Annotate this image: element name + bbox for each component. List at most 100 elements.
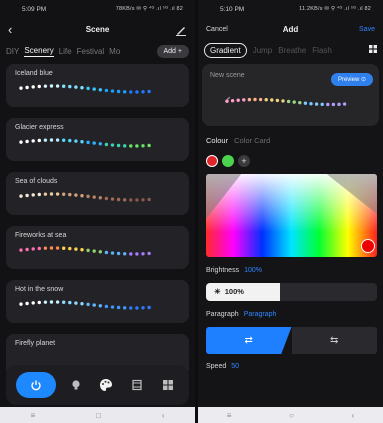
tab-colour[interactable]: Colour <box>206 136 228 145</box>
light-dot <box>86 302 90 307</box>
scene-card[interactable]: Fireworks at sea <box>6 226 189 269</box>
light-dot <box>247 97 252 102</box>
light-dot <box>281 99 285 103</box>
grid-icon[interactable] <box>369 45 377 55</box>
tab-diy[interactable]: DIY <box>6 47 19 56</box>
tab-life[interactable]: Life <box>59 47 72 56</box>
status-time: 5:10 PM <box>220 5 245 13</box>
light-dot <box>286 99 291 104</box>
tab-festival[interactable]: Festival <box>77 47 105 56</box>
scene-card[interactable]: Iceland blue <box>6 64 189 107</box>
save-button[interactable]: Save <box>359 26 375 33</box>
back-key-icon[interactable]: ‹ <box>162 411 165 420</box>
light-dot <box>147 89 151 94</box>
add-scene-screen: 5:10 PM 11.2KB/s ✉ ⚲ ⁴ᴳ .ıl ⁵ᴳ .ıl 82 Ca… <box>198 0 383 423</box>
scene-screen: 5:09 PM 78KB/s ✉ ⚲ ⁴ᴳ .ıl ⁵ᴳ .ıl 82 ‹ Sc… <box>0 0 195 423</box>
light-dot <box>49 138 54 142</box>
cancel-button[interactable]: Cancel <box>206 26 228 33</box>
light-dot <box>19 194 23 198</box>
light-dot <box>31 301 35 305</box>
light-dot <box>110 197 115 201</box>
scene-card[interactable]: Sea of clouds <box>6 172 189 215</box>
add-color-icon[interactable]: + <box>238 155 250 167</box>
color-swatches: + <box>198 145 383 169</box>
brightness-value: 100% <box>244 267 262 274</box>
light-dot <box>104 142 109 147</box>
direction-forward-button[interactable]: ⇄ <box>206 327 292 354</box>
nav-film[interactable] <box>126 374 148 396</box>
light-dot <box>31 85 35 89</box>
status-indicators: 11.2KB/s ✉ ⚲ ⁴ᴳ .ıl ⁵ᴳ .ıl 82 <box>299 6 371 12</box>
light-dot <box>116 251 121 256</box>
scene-card-name: Hot in the snow <box>15 286 64 293</box>
light-dot <box>31 139 35 143</box>
light-dot <box>129 90 133 94</box>
swatch-red[interactable] <box>206 155 218 167</box>
power-button[interactable] <box>16 372 57 398</box>
light-dot <box>135 252 139 256</box>
nav-grid[interactable] <box>157 374 179 396</box>
light-dot <box>49 192 54 196</box>
light-dot <box>62 138 66 142</box>
bottom-nav <box>6 365 189 405</box>
back-icon[interactable]: ‹ <box>8 22 22 37</box>
nav-palette[interactable] <box>95 374 117 396</box>
light-dot <box>129 144 133 148</box>
speed-row: Speed 50 <box>198 363 383 370</box>
light-dot <box>37 300 41 305</box>
scene-card[interactable]: Glacier express <box>6 118 189 161</box>
scene-light-strip <box>19 84 151 94</box>
swatch-green[interactable] <box>222 155 234 167</box>
light-dot <box>110 143 115 147</box>
light-dot <box>55 300 60 304</box>
status-time: 5:09 PM <box>22 5 47 13</box>
direction-toggle: ⇄ ⇆ <box>206 327 377 354</box>
film-icon <box>132 379 142 391</box>
system-nav-bar: ≡ □ ‹ <box>0 407 195 423</box>
color-picker[interactable] <box>206 174 377 257</box>
light-dot <box>74 193 78 197</box>
light-dot <box>116 143 121 148</box>
tab-scenery[interactable]: Scenery <box>24 46 54 57</box>
picker-shape <box>206 174 377 219</box>
light-dot <box>135 306 139 310</box>
preview-button[interactable]: Preview ⊙ <box>330 73 373 86</box>
brightness-slider[interactable]: ☀ 100% <box>206 283 377 301</box>
nav-bulb[interactable] <box>65 374 87 396</box>
mode-gradient[interactable]: Gradient <box>204 42 247 58</box>
back-key-icon[interactable]: ‹ <box>352 411 355 420</box>
add-header: Cancel Add Save <box>198 18 383 40</box>
light-dot <box>31 193 35 197</box>
home-key-icon[interactable]: □ <box>96 411 101 420</box>
paragraph-value[interactable]: Paragraph <box>244 311 277 318</box>
mode-jump[interactable]: Jump <box>253 46 273 55</box>
home-key-icon[interactable]: ○ <box>289 411 294 420</box>
add-scene-button[interactable]: Add + <box>156 44 189 58</box>
light-dot <box>68 84 72 89</box>
light-dot <box>86 140 90 145</box>
tab-color-card[interactable]: Color Card <box>234 136 270 145</box>
mode-breathe[interactable]: Breathe <box>278 46 306 55</box>
scene-card-name: Sea of clouds <box>15 178 58 185</box>
edit-icon[interactable] <box>175 23 187 36</box>
status-bar: 5:09 PM 78KB/s ✉ ⚲ ⁴ᴳ .ıl ⁵ᴳ .ıl 82 <box>0 0 195 18</box>
picker-handle[interactable] <box>361 239 375 253</box>
light-dot <box>19 86 23 90</box>
scene-card[interactable]: Hot in the snow <box>6 280 189 323</box>
light-dot <box>31 247 35 251</box>
light-dot <box>309 102 313 106</box>
menu-key-icon[interactable]: ≡ <box>227 411 232 420</box>
tab-more[interactable]: Mo <box>109 47 120 56</box>
light-dot <box>270 98 274 102</box>
light-dot <box>292 100 296 104</box>
scene-card-name: Firefly planet <box>15 340 56 347</box>
light-dot <box>116 305 121 310</box>
mode-flash[interactable]: Flash <box>312 46 332 55</box>
light-dot <box>80 140 84 144</box>
direction-reverse-button[interactable]: ⇆ <box>291 327 377 354</box>
light-dot <box>123 198 127 202</box>
light-dot <box>129 198 133 202</box>
palette-icon <box>100 379 113 391</box>
menu-key-icon[interactable]: ≡ <box>30 411 35 420</box>
light-dot <box>62 192 66 196</box>
